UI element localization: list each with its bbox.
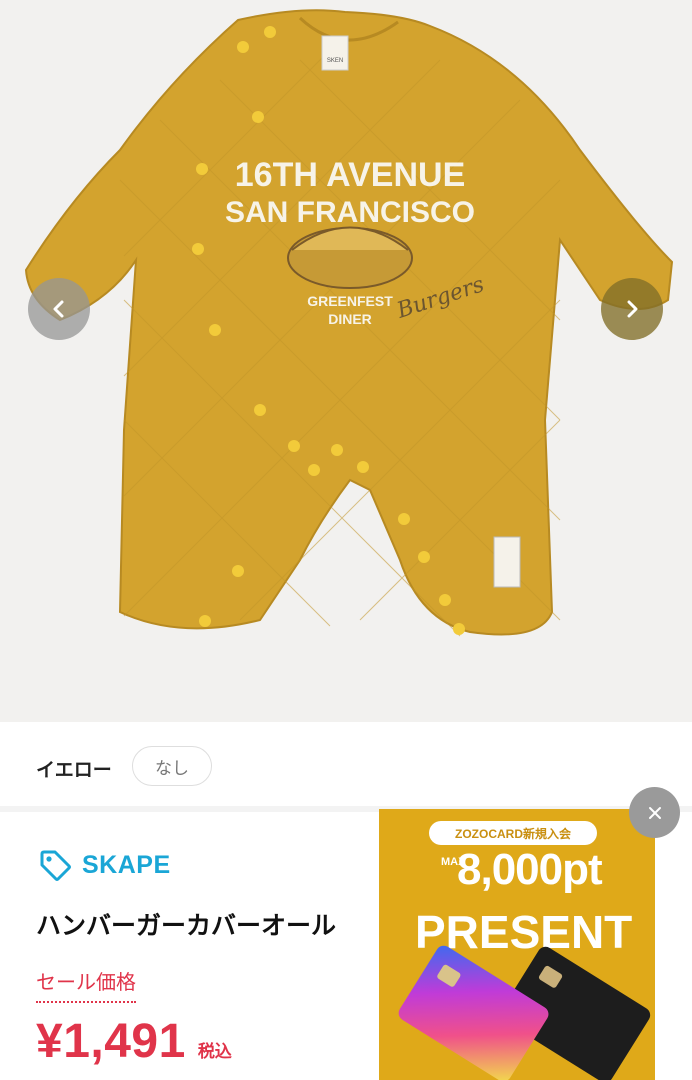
next-image-button[interactable]: [601, 278, 663, 340]
chevron-left-icon: [53, 300, 64, 318]
product-image: SKEN 16TH AVENUE SAN FRANCISCO GREENFEST…: [0, 0, 692, 722]
care-tag: [493, 536, 521, 588]
romper-illustration: SKEN 16TH AVENUE SAN FRANCISCO GREENFEST…: [24, 9, 674, 637]
brand-link[interactable]: SKAPE: [38, 848, 171, 882]
product-title: ハンバーガーカバーオール: [36, 911, 337, 940]
svg-text:DINER: DINER: [328, 311, 372, 327]
svg-text:GREENFEST: GREENFEST: [307, 293, 393, 309]
svg-text:SKEN: SKEN: [327, 58, 343, 64]
zozocard-ad-banner[interactable]: ZOZOCARD新規入会 MAX 8,000pt PRESENT: [379, 809, 655, 1080]
color-name-label: イエロー: [36, 759, 112, 781]
svg-text:SAN FRANCISCO: SAN FRANCISCO: [225, 196, 475, 229]
price-row: ¥1,491 税込: [36, 1014, 232, 1069]
price: ¥1,491: [36, 1015, 186, 1068]
neck-label: [321, 35, 349, 71]
brand-name: SKAPE: [82, 850, 171, 879]
tax-included-label: 税込: [197, 1042, 232, 1062]
svg-text:16TH AVENUE: 16TH AVENUE: [235, 156, 466, 194]
chevron-right-icon: [627, 300, 638, 318]
sale-price-label: セール価格: [36, 966, 136, 1003]
previous-image-button[interactable]: [28, 278, 90, 340]
ad-close-button[interactable]: [629, 787, 680, 838]
size-stock-option[interactable]: なし: [132, 746, 212, 786]
close-icon: [648, 806, 661, 819]
credit-cards-graphic: [398, 945, 651, 1080]
tag-icon: [40, 850, 71, 881]
